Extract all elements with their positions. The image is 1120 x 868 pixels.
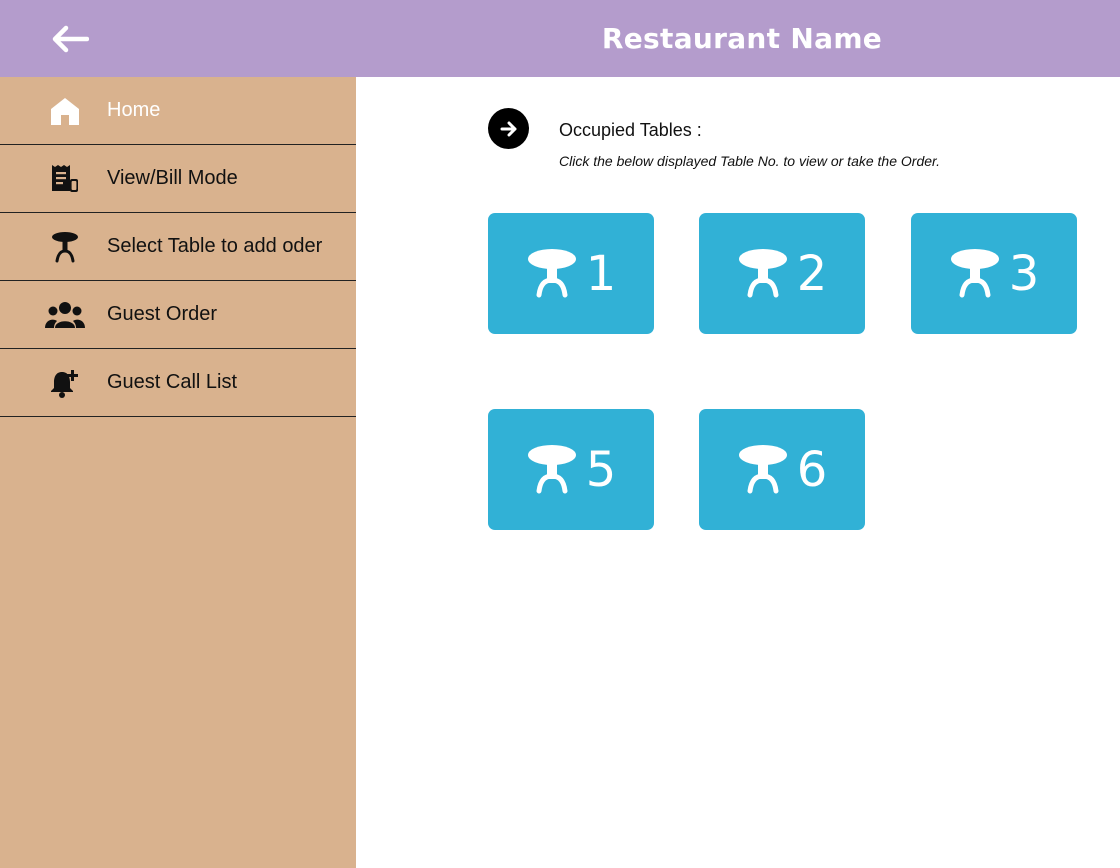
back-button[interactable] [44, 18, 94, 60]
table-card-3[interactable]: 3 [911, 213, 1077, 334]
table-icon [527, 248, 576, 297]
home-icon [44, 93, 86, 129]
table-icon [738, 248, 787, 297]
table-icon [738, 444, 787, 493]
sidebar-item-guest-order[interactable]: Guest Order [0, 281, 356, 349]
section-hint: Click the below displayed Table No. to v… [559, 153, 941, 169]
sidebar-item-label: Select Table to add oder [107, 235, 323, 257]
table-icon [44, 229, 86, 265]
table-card-6[interactable]: 6 [699, 409, 865, 530]
table-icon [527, 444, 576, 493]
table-number: 1 [585, 245, 617, 302]
table-card-2[interactable]: 2 [699, 213, 865, 334]
sidebar-item-view-bill-mode[interactable]: View/Bill Mode [0, 145, 356, 213]
arrow-right-circle-icon [488, 108, 529, 149]
page-title: Restaurant Name [601, 22, 883, 55]
sidebar-item-home[interactable]: Home [0, 77, 356, 145]
users-icon [44, 297, 86, 333]
sidebar-item-label: Guest Call List [107, 371, 238, 393]
table-card-5[interactable]: 5 [488, 409, 654, 530]
sidebar-item-guest-call-list[interactable]: Guest Call List [0, 349, 356, 417]
table-number: 2 [796, 245, 828, 302]
arrow-left-icon [52, 25, 89, 53]
table-card-1[interactable]: 1 [488, 213, 654, 334]
table-icon [950, 248, 999, 297]
table-number: 3 [1008, 245, 1040, 302]
bell-plus-icon [44, 365, 86, 401]
sidebar-item-label: Guest Order [107, 303, 218, 325]
app-header: Restaurant Name [0, 0, 1120, 77]
table-number: 5 [585, 441, 617, 498]
receipt-icon [44, 161, 86, 197]
section-title: Occupied Tables : [559, 120, 702, 140]
sidebar-item-label: Home [107, 99, 161, 121]
sidebar-item-select-table[interactable]: Select Table to add oder [0, 213, 356, 281]
sidebar-item-label: View/Bill Mode [107, 167, 238, 189]
table-number: 6 [796, 441, 828, 498]
sidebar: Home View/Bill Mode Select Table to add [0, 77, 356, 868]
